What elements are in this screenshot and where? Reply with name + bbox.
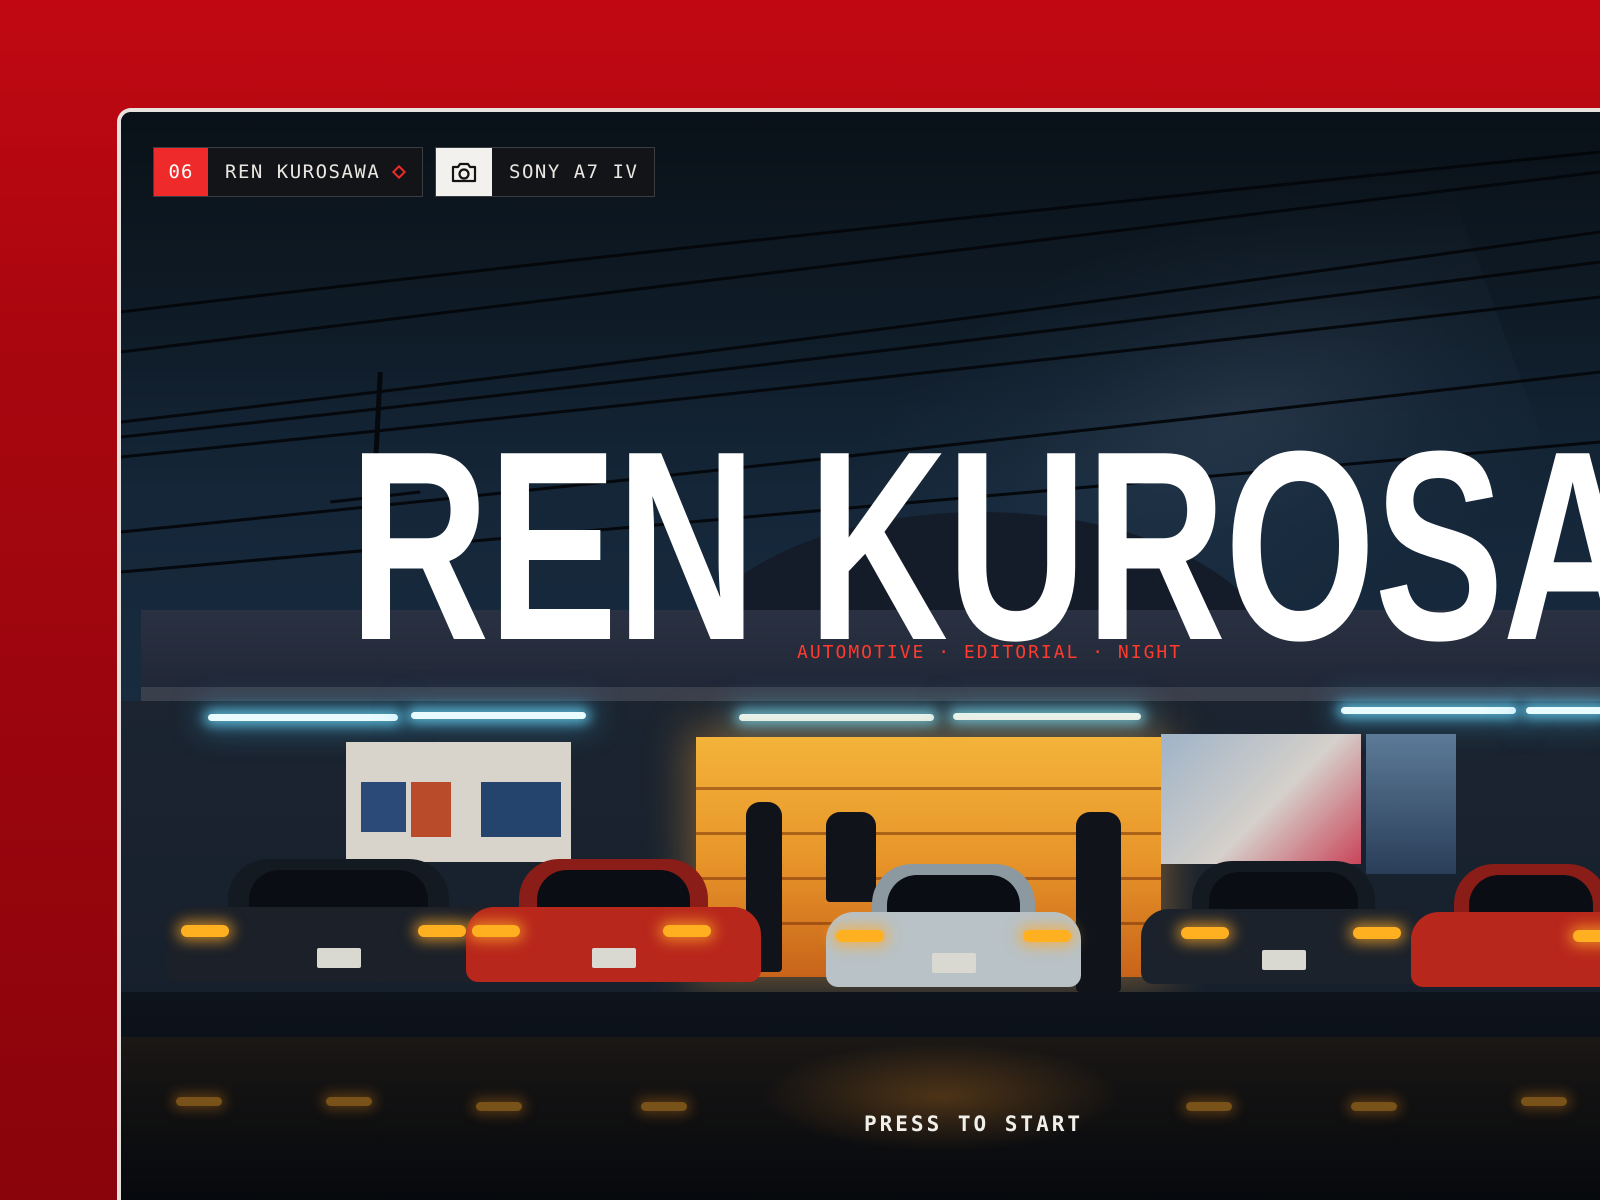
press-to-start-button[interactable]: PRESS TO START xyxy=(864,1112,1083,1136)
hero-tagline: AUTOMOTIVE · EDITORIAL · NIGHT xyxy=(797,642,1183,663)
artist-index: 06 xyxy=(154,148,208,196)
camera-chip[interactable]: SONY A7 IV xyxy=(435,147,655,197)
browser-viewport: 06 REN KUROSAWA SONY A7 IV REN KUROSAWA … xyxy=(117,108,1600,1200)
diamond-icon xyxy=(392,164,407,180)
artist-chip-label-wrap: REN KUROSAWA xyxy=(208,148,422,196)
artist-chip[interactable]: 06 REN KUROSAWA xyxy=(153,147,423,197)
artist-name: REN KUROSAWA xyxy=(225,161,381,183)
camera-model: SONY A7 IV xyxy=(509,161,639,183)
camera-icon xyxy=(436,148,492,196)
